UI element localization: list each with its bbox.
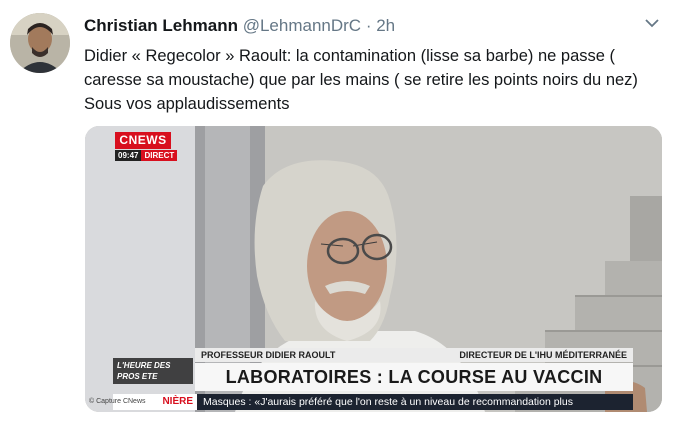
separator-dot: ·	[365, 16, 372, 35]
tweet-text: Didier « Regecolor » Raoult: la contamin…	[84, 47, 638, 113]
tweet-header: Christian Lehmann @LehmannDrC · 2h	[84, 16, 395, 36]
photo-credit: © Capture CNews	[89, 398, 146, 405]
avatar[interactable]	[10, 13, 70, 73]
tweet-card: Christian Lehmann @LehmannDrC · 2h Didie…	[0, 0, 684, 424]
clock-time: 09:47	[115, 150, 142, 161]
chevron-down-icon[interactable]	[645, 18, 659, 28]
guest-nameplate: PROFESSEUR DIDIER RAOULT DIRECTEUR DE L'…	[195, 348, 633, 362]
tweet-timestamp[interactable]: 2h	[376, 16, 395, 35]
broadcast-headline: LABORATOIRES : LA COURSE AU VACCIN	[195, 363, 633, 391]
cnews-logo: CNEWS	[115, 132, 171, 149]
guest-name: PROFESSEUR DIDIER RAOULT	[201, 350, 336, 360]
author-handle[interactable]: @LehmannDrC	[243, 16, 361, 35]
tweet-media[interactable]: CNEWS 09:47 DIRECT L'HEURE DES PROS ETE …	[85, 126, 662, 412]
news-ticker: Masques : «J'aurais préféré que l'on res…	[197, 394, 633, 410]
guest-title: DIRECTEUR DE L'IHU MÉDITERRANÉE	[459, 350, 627, 360]
live-label: DIRECT	[141, 150, 178, 161]
broadcast-clock: 09:47 DIRECT	[115, 150, 178, 161]
author-name[interactable]: Christian Lehmann	[84, 16, 238, 35]
show-tag: L'HEURE DES PROS ETE	[113, 358, 193, 384]
